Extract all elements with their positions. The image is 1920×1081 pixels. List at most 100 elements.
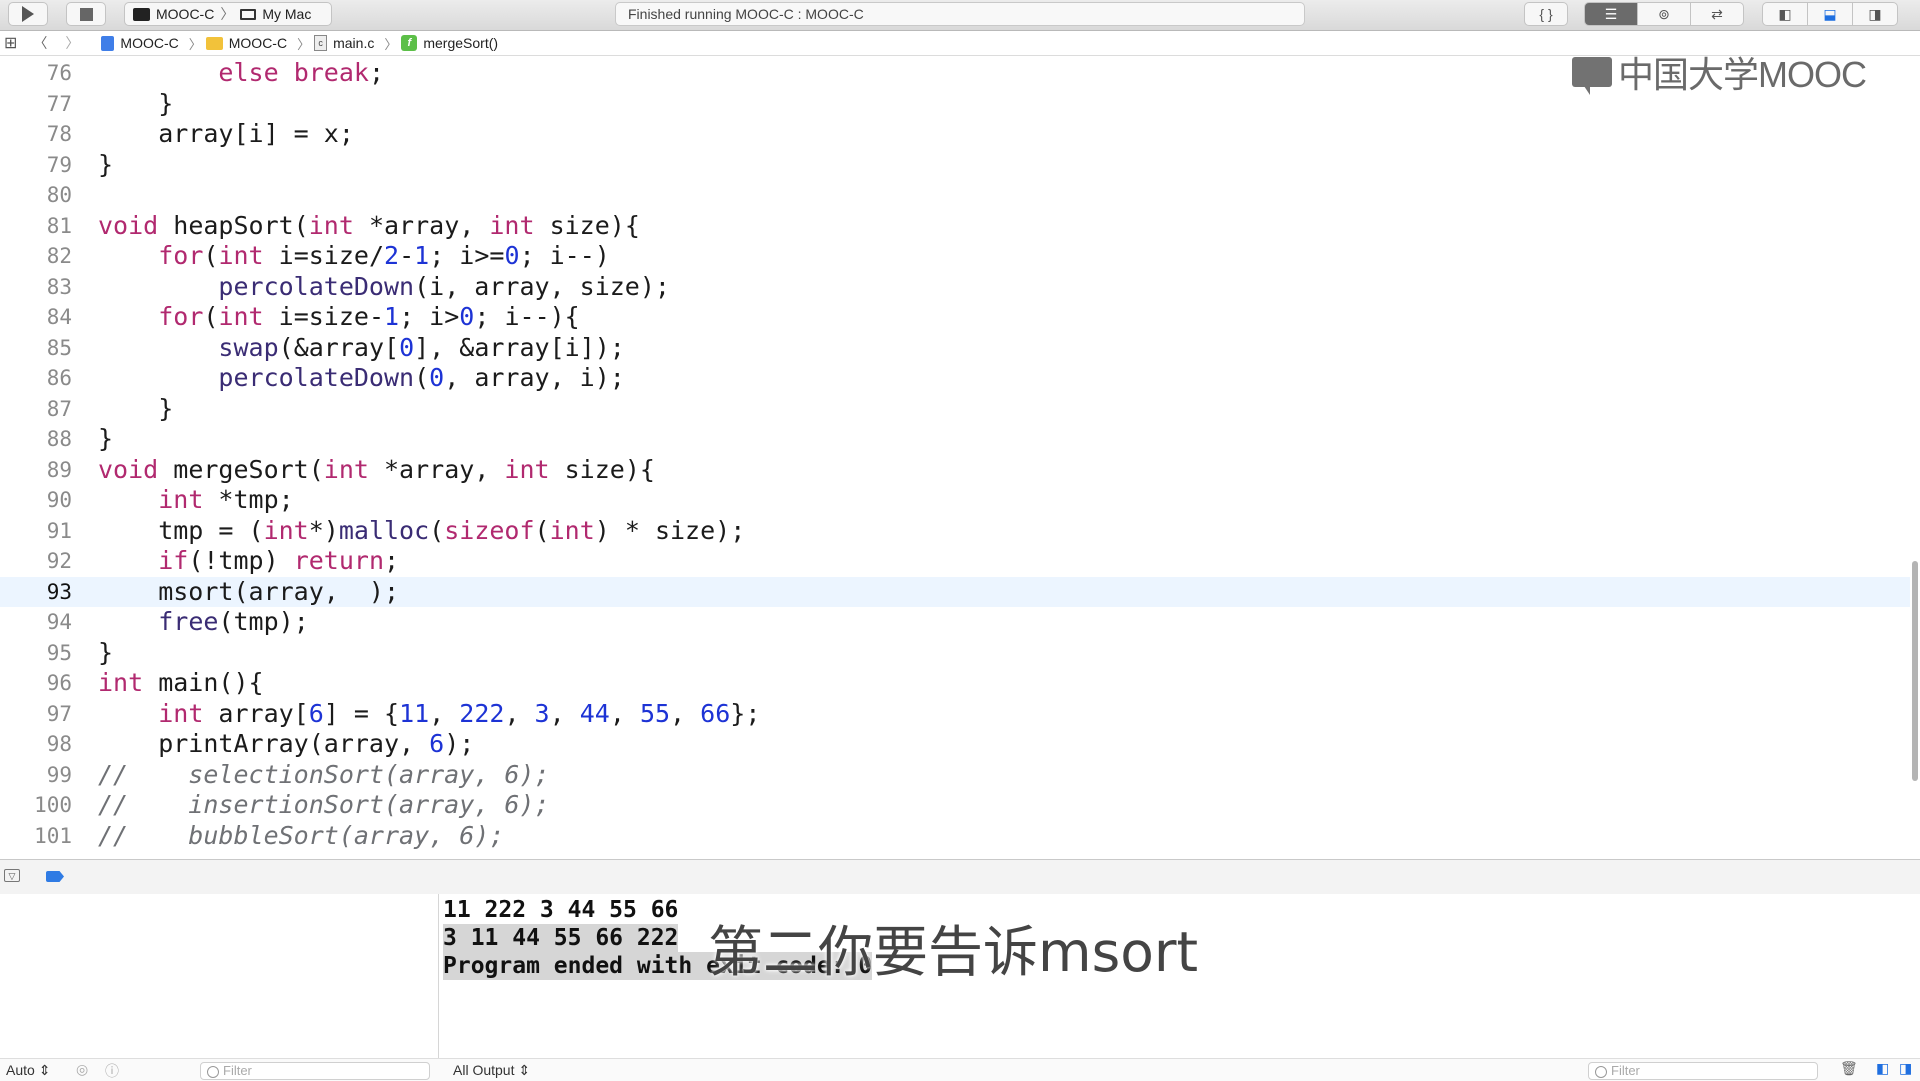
code-token: *array, [368,454,505,484]
code-token: percolateDown [218,271,415,301]
back-icon[interactable]: 〈 [33,33,47,53]
code-line[interactable]: 89 void mergeSort(int *array, int size){ [0,455,1910,486]
breakpoints-toggle-icon[interactable] [46,871,64,882]
code-line[interactable]: 88} [0,424,1910,455]
code-token: , [670,698,701,728]
navigator-toggle[interactable]: ◧ [1762,2,1808,26]
library-button[interactable]: { } [1524,2,1568,26]
code-token: , [549,698,580,728]
related-items-icon[interactable]: ⊞ [4,33,17,53]
code-text: percolateDown(0, array, i); [98,363,624,393]
code-text: msort(array, ); [98,577,399,607]
info-icon[interactable]: ⓘ [105,1061,119,1081]
eye-icon[interactable]: ◎ [76,1061,88,1078]
code-token: 2 [384,241,400,270]
code-text: // insertionSort(array, 6); [98,790,550,820]
code-line[interactable]: 92 if(!tmp) return; [0,546,1910,577]
code-token: void [98,210,159,240]
code-line[interactable]: 82 for(int i=size/2-1; i>=0; i--) [0,241,1910,272]
code-text: } [98,394,173,424]
code-line[interactable]: 86 percolateDown(0, array, i); [0,363,1910,394]
scheme-selector[interactable]: MOOC-C 〉 My Mac [124,2,332,26]
output-selector[interactable]: All Output ⇕ [453,1062,530,1079]
run-button[interactable] [8,2,48,26]
assistant-editor-button[interactable]: ⊚ [1637,2,1691,26]
code-line[interactable]: 84 for(int i=size-1; i>0; i--){ [0,302,1910,333]
code-line[interactable]: 83 percolateDown(i, array, size); [0,272,1910,303]
code-token: (i, array, size); [414,271,670,301]
breadcrumb-symbol-label: mergeSort() [423,35,499,51]
forward-icon[interactable]: 〉 [65,33,79,53]
code-token: ; [384,546,400,575]
code-line[interactable]: 81 void heapSort(int *array, int size){ [0,211,1910,242]
code-token: 11 [399,698,430,728]
code-text: swap(&array[0], &array[i]); [98,333,624,363]
console-filter-field[interactable]: Filter [1588,1062,1818,1080]
code-line[interactable]: 98 printArray(array, 6); [0,729,1910,760]
standard-editor-button[interactable]: ☰ [1584,2,1638,26]
code-token: return [293,546,384,575]
code-token: 44 [579,698,610,728]
code-line[interactable]: 90 int *tmp; [0,485,1910,516]
code-text: } [98,424,113,454]
stop-button[interactable] [66,2,106,26]
line-number: 97 [46,701,72,726]
code-line[interactable]: 87 } [0,394,1910,425]
code-token: for [158,241,204,270]
code-line[interactable]: 79} [0,150,1910,181]
version-editor-button[interactable]: ⇄ [1690,2,1744,26]
mooc-logo-icon [1572,57,1612,95]
code-token: ) * size); [594,515,746,545]
trash-icon[interactable]: 🗑 [1840,1060,1858,1077]
code-text: } [98,89,173,119]
activity-viewer: Finished running MOOC-C : MOOC-C [615,2,1305,26]
debug-area-toggle[interactable]: ⬓ [1807,2,1853,26]
code-line[interactable]: 91 tmp = (int*)malloc(sizeof(int) * size… [0,516,1910,547]
code-line[interactable]: 85 swap(&array[0], &array[i]); [0,333,1910,364]
auto-scope-selector[interactable]: Auto ⇕ [6,1062,50,1079]
code-token: (!tmp) [188,546,294,575]
code-text: void heapSort(int *array, int size){ [98,211,640,241]
code-line[interactable]: 93 msort(array, ); [0,576,1910,607]
breadcrumb-project[interactable]: MOOC-C [101,35,179,51]
line-number: 90 [46,488,72,512]
code-line[interactable]: 96 int main(){ [0,668,1910,699]
breadcrumb-group[interactable]: MOOC-C [205,35,287,51]
code-token: 222 [459,698,505,728]
code-token: percolateDown [218,363,415,392]
line-number: 76 [46,61,72,85]
code-line[interactable]: 78 array[i] = x; [0,119,1910,150]
line-number: 87 [46,396,72,421]
code-line[interactable]: 99 // selectionSort(array, 6); [0,760,1910,791]
split-right-icon[interactable]: ◨ [1899,1060,1912,1077]
hide-debug-area-icon[interactable]: ▽ [4,869,20,882]
split-left-icon[interactable]: ◧ [1876,1060,1889,1077]
console-line: 11 222 3 44 55 66 [443,897,679,923]
filter-placeholder: Filter [223,1063,252,1078]
code-token: ; i>= [429,241,505,270]
code-line[interactable]: 94 free(tmp); [0,607,1910,638]
code-token: if [158,546,189,575]
code-line[interactable]: 80 [0,180,1910,211]
code-line[interactable]: 101 // bubbleSort(array, 6); [0,821,1910,852]
breadcrumb-symbol[interactable]: f mergeSort() [401,35,498,51]
editor-scrollbar[interactable] [1912,561,1918,781]
code-line[interactable]: 95} [0,638,1910,669]
folder-icon [205,36,223,50]
code-line[interactable]: 97 int array[6] = {11, 222, 3, 44, 55, 6… [0,699,1910,730]
code-token: int [549,515,595,545]
braces-icon: { } [1539,6,1553,22]
code-token: size){ [534,210,640,240]
variables-filter-field[interactable]: Filter [200,1062,430,1080]
code-line[interactable]: 100 // insertionSort(array, 6); [0,790,1910,821]
code-token: int [489,210,535,240]
breadcrumb-file[interactable]: c main.c [314,35,374,51]
source-editor[interactable]: 76 else break; 77 } 78 array[i] = x; 79} 80 8… [0,56,1920,859]
utilities-toggle[interactable]: ◨ [1852,2,1898,26]
code-token: - [399,241,415,270]
code-token: tmp = ( [98,515,264,545]
